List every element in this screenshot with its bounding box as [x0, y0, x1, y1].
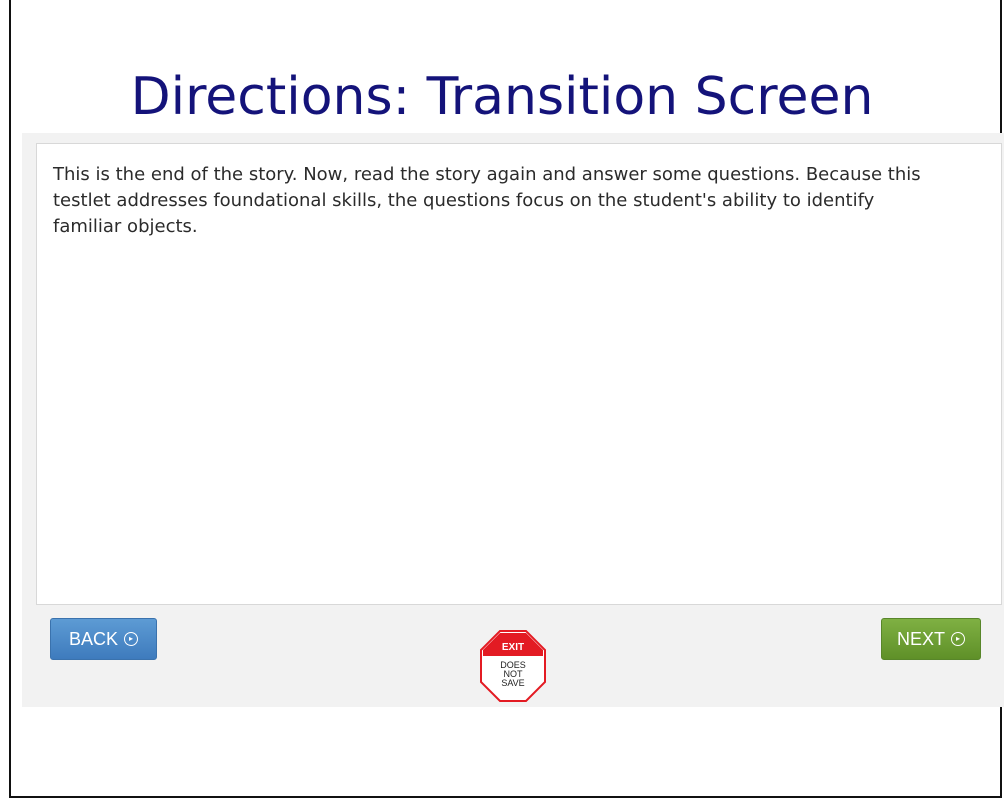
circle-arrow-icon: ▸ — [124, 632, 139, 646]
exit-button[interactable]: EXIT DOES NOT SAVE — [480, 630, 546, 702]
exit-subtext: DOES NOT SAVE — [500, 660, 526, 688]
content-panel: This is the end of the story. Now, read … — [36, 143, 1002, 605]
circle-arrow-icon: ▸ — [951, 632, 965, 646]
page-title: Directions: Transition Screen — [130, 67, 874, 127]
back-button-label: BACK — [68, 628, 119, 649]
next-button[interactable]: NEXT ▸ — [881, 618, 981, 660]
back-button[interactable]: BACK ▸ — [50, 618, 157, 660]
directions-text: This is the end of the story. Now, read … — [53, 164, 921, 237]
exit-label: EXIT — [501, 642, 525, 653]
test-window: This is the end of the story. Now, read … — [22, 133, 1004, 707]
next-button-label: NEXT — [896, 628, 945, 649]
